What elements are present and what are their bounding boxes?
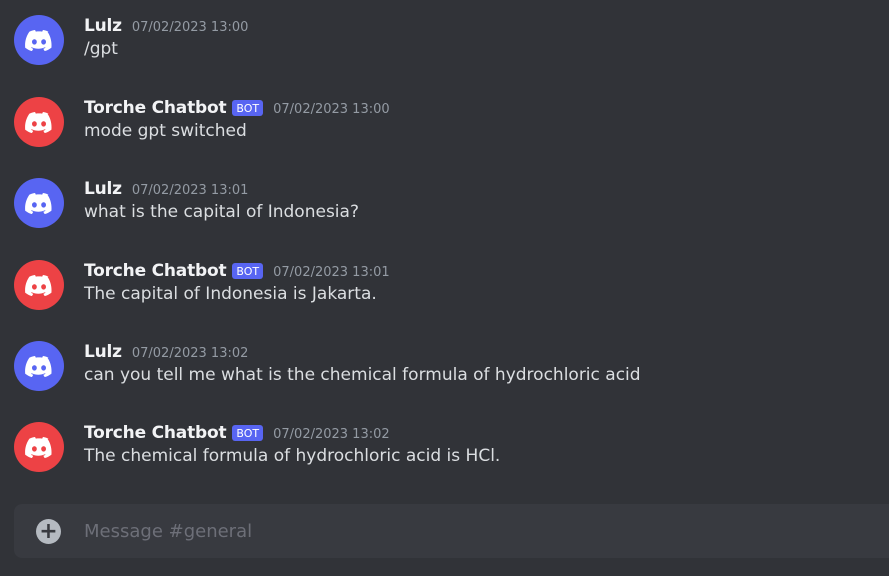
timestamp: 07/02/2023 13:01	[273, 265, 390, 280]
plus-circle-icon[interactable]: +	[36, 519, 61, 544]
message: Lulz 07/02/2023 13:02 can you tell me wh…	[0, 341, 889, 411]
message-header: Torche Chatbot BOT 07/02/2023 13:00	[84, 97, 390, 119]
discord-logo-icon	[25, 193, 52, 214]
message: Lulz 07/02/2023 13:01 what is the capita…	[0, 178, 889, 248]
message-content: The chemical formula of hydrochloric aci…	[84, 446, 501, 466]
message-header: Lulz 07/02/2023 13:01	[84, 178, 248, 200]
user-avatar[interactable]	[14, 15, 64, 65]
chat-area: Lulz 07/02/2023 13:00 /gpt Torche Chatbo…	[0, 0, 889, 576]
message-content: /gpt	[84, 39, 118, 59]
discord-logo-icon	[25, 275, 52, 296]
username[interactable]: Torche Chatbot	[84, 261, 227, 281]
bot-tag: BOT	[232, 100, 264, 116]
message-header: Torche Chatbot BOT 07/02/2023 13:01	[84, 260, 390, 282]
username[interactable]: Lulz	[84, 342, 122, 362]
bot-avatar[interactable]	[14, 422, 64, 472]
discord-logo-icon	[25, 112, 52, 133]
message-composer: +	[14, 504, 889, 558]
timestamp: 07/02/2023 13:00	[273, 102, 390, 117]
user-avatar[interactable]	[14, 178, 64, 228]
username[interactable]: Lulz	[84, 16, 122, 36]
user-avatar[interactable]	[14, 341, 64, 391]
discord-logo-icon	[25, 437, 52, 458]
bot-tag: BOT	[232, 263, 264, 279]
message-content: what is the capital of Indonesia?	[84, 202, 359, 222]
message: Lulz 07/02/2023 13:00 /gpt	[0, 15, 889, 85]
message: Torche Chatbot BOT 07/02/2023 13:00 mode…	[0, 97, 889, 167]
message: Torche Chatbot BOT 07/02/2023 13:01 The …	[0, 260, 889, 330]
discord-logo-icon	[25, 356, 52, 377]
timestamp: 07/02/2023 13:02	[273, 427, 390, 442]
bot-tag: BOT	[232, 425, 264, 441]
message-header: Lulz 07/02/2023 13:00	[84, 15, 248, 37]
username[interactable]: Torche Chatbot	[84, 423, 227, 443]
message-content: mode gpt switched	[84, 121, 247, 141]
username[interactable]: Torche Chatbot	[84, 98, 227, 118]
message-header: Torche Chatbot BOT 07/02/2023 13:02	[84, 422, 390, 444]
username[interactable]: Lulz	[84, 179, 122, 199]
timestamp: 07/02/2023 13:02	[131, 346, 249, 361]
message: Torche Chatbot BOT 07/02/2023 13:02 The …	[0, 422, 889, 492]
bot-avatar[interactable]	[14, 260, 64, 310]
timestamp: 07/02/2023 13:00	[131, 20, 249, 35]
message-content: can you tell me what is the chemical for…	[84, 365, 641, 385]
discord-logo-icon	[25, 30, 52, 51]
bot-avatar[interactable]	[14, 97, 64, 147]
message-content: The capital of Indonesia is Jakarta.	[84, 284, 377, 304]
message-input[interactable]	[84, 504, 874, 558]
timestamp: 07/02/2023 13:01	[131, 183, 249, 198]
attach-button-symbol: +	[39, 518, 58, 544]
message-header: Lulz 07/02/2023 13:02	[84, 341, 248, 363]
